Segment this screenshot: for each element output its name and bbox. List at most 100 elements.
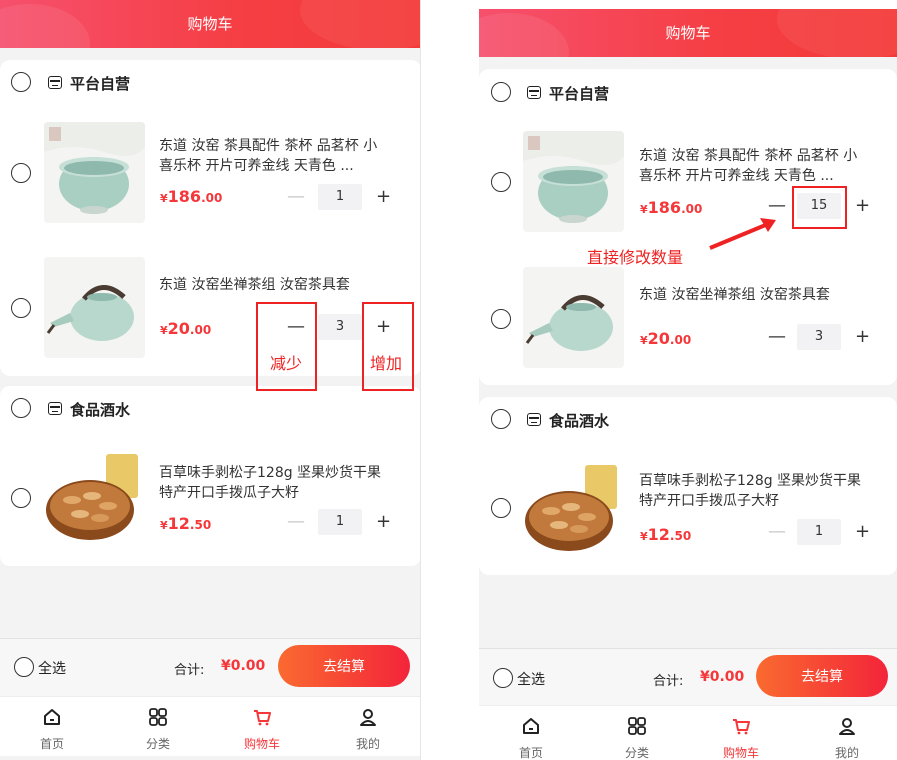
annotation-increase-label: 增加 — [370, 354, 403, 373]
shop-card-food: 食品酒水 百草味手剥松子128g 坚果炒货干果特产开口手拨瓜子大籽 ¥12.50… — [0, 386, 420, 566]
shop-name: 平台自营 — [70, 75, 131, 93]
total-label: 合计: — [653, 674, 684, 689]
shop-select-radio[interactable] — [491, 409, 511, 429]
checkout-bar: 全选 合计: ¥0.00 去结算 — [0, 638, 420, 696]
product-price: ¥12.50 — [160, 514, 212, 533]
shop-icon — [527, 86, 541, 99]
product-title: 百草味手剥松子128g 坚果炒货干果特产开口手拨瓜子大籽 — [159, 465, 382, 501]
decrease-button[interactable]: — — [287, 512, 305, 532]
item-select-radio[interactable] — [491, 498, 511, 518]
tab-home[interactable]: 首页 — [22, 697, 82, 757]
decrease-button[interactable]: — — [287, 187, 305, 207]
product-image-teapot — [523, 267, 624, 368]
shop-name: 食品酒水 — [70, 401, 131, 419]
product-title: 百草味手剥松子128g 坚果炒货干果特产开口手拨瓜子大籽 — [639, 473, 862, 509]
tab-label: 分类 — [145, 737, 170, 751]
item-select-radio[interactable] — [11, 488, 31, 508]
item-select-radio[interactable] — [11, 298, 31, 318]
tab-bar: 首页 分类 购物车 我的 — [479, 705, 897, 760]
quantity-input[interactable]: 1 — [797, 519, 841, 545]
tab-cart[interactable]: 购物车 — [232, 697, 292, 757]
shop-name: 平台自营 — [549, 85, 610, 103]
increase-button[interactable]: + — [855, 327, 870, 347]
home-icon — [523, 718, 539, 734]
product-title: 东道 汝窑 茶具配件 茶杯 品茗杯 小喜乐杯 开片可养金线 天青色 ... — [639, 148, 858, 184]
product-image-pinenuts — [523, 459, 624, 560]
tab-bar: 首页 分类 购物车 我的 — [0, 696, 420, 756]
annotation-increase-box — [362, 302, 414, 391]
checkout-button[interactable]: 去结算 — [278, 645, 410, 687]
product-price: ¥186.00 — [640, 198, 703, 217]
product-price: ¥12.50 — [640, 525, 692, 544]
tab-profile[interactable]: 我的 — [817, 706, 877, 760]
home-icon — [44, 709, 60, 725]
select-all-radio[interactable] — [493, 668, 513, 688]
total-value: ¥0.00 — [221, 658, 266, 674]
product-image-teacup — [44, 122, 145, 223]
tab-cart[interactable]: 购物车 — [711, 706, 771, 760]
item-select-radio[interactable] — [491, 309, 511, 329]
product-price: ¥20.00 — [160, 319, 212, 338]
shop-select-radio[interactable] — [491, 82, 511, 102]
category-icon — [628, 717, 646, 735]
tab-category[interactable]: 分类 — [128, 697, 188, 757]
total-label: 合计: — [174, 663, 205, 678]
tab-label: 我的 — [834, 746, 859, 760]
cart-icon — [254, 710, 271, 726]
tab-category[interactable]: 分类 — [607, 706, 667, 760]
quantity-input[interactable]: 1 — [318, 184, 362, 210]
annotation-arrow-icon — [709, 218, 776, 250]
product-title: 东道 汝窑 茶具配件 茶杯 品茗杯 小喜乐杯 开片可养金线 天青色 ... — [159, 138, 378, 174]
shop-card-platform: 平台自营 东道 汝窑 茶具配件 茶杯 品茗杯 小喜乐杯 开片可养金线 天青色 .… — [0, 60, 420, 376]
tab-home[interactable]: 首页 — [501, 706, 561, 760]
tab-label: 分类 — [624, 746, 649, 760]
select-all-radio[interactable] — [14, 657, 34, 677]
shop-select-radio[interactable] — [11, 72, 31, 92]
select-all-label[interactable]: 全选 — [517, 669, 545, 689]
decrease-button[interactable]: — — [768, 522, 786, 542]
increase-button[interactable]: + — [376, 187, 391, 207]
decrease-button[interactable]: — — [768, 327, 786, 347]
page-title: 购物车 — [665, 24, 711, 42]
tab-label: 我的 — [355, 737, 380, 751]
annotation-decrease-box — [256, 302, 317, 391]
product-image-teapot — [44, 257, 145, 358]
category-icon — [149, 708, 167, 726]
tab-label: 首页 — [518, 746, 543, 760]
shop-icon — [527, 413, 541, 426]
quantity-input[interactable]: 1 — [318, 509, 362, 535]
profile-icon — [360, 709, 376, 726]
product-image-teacup — [523, 131, 624, 232]
shop-card-food: 食品酒水 百草味手剥松子128g 坚果炒货干果特产开口手拨瓜子大籽 ¥12.50… — [479, 397, 897, 575]
increase-button[interactable]: + — [855, 196, 870, 216]
phone-screen-right: 购物车 平台自营 东道 汝窑 茶具配件 茶杯 品茗杯 小喜乐杯 开片可养金线 天… — [479, 9, 897, 760]
product-price: ¥20.00 — [640, 329, 692, 348]
tab-label: 首页 — [39, 737, 64, 751]
checkout-button[interactable]: 去结算 — [756, 655, 888, 697]
shop-name: 食品酒水 — [549, 412, 610, 430]
annotation-decrease-label: 减少 — [270, 354, 303, 373]
item-select-radio[interactable] — [491, 172, 511, 192]
select-all-label[interactable]: 全选 — [38, 658, 66, 678]
phone-screen-left: 购物车 平台自营 东道 汝窑 茶具配件 茶杯 品茗杯 小喜乐杯 开片可养金线 天… — [0, 0, 421, 760]
checkout-bar: 全选 合计: ¥0.00 去结算 — [479, 648, 897, 706]
annotation-quantity-box — [792, 186, 847, 229]
item-select-radio[interactable] — [11, 163, 31, 183]
product-title: 东道 汝窑坐禅茶组 汝窑茶具套 — [159, 277, 350, 293]
shop-select-radio[interactable] — [11, 398, 31, 418]
tab-label: 购物车 — [243, 737, 280, 751]
quantity-input[interactable]: 3 — [318, 314, 362, 340]
cart-icon — [733, 719, 750, 735]
quantity-input[interactable]: 3 — [797, 324, 841, 350]
profile-icon — [839, 718, 855, 735]
annotation-edit-qty-label: 直接修改数量 — [587, 248, 684, 267]
increase-button[interactable]: + — [376, 512, 391, 532]
shop-icon — [48, 76, 62, 89]
shop-icon — [48, 402, 62, 415]
product-image-pinenuts — [44, 448, 145, 549]
increase-button[interactable]: + — [855, 522, 870, 542]
decrease-button[interactable]: — — [768, 196, 786, 216]
header: 购物车 — [479, 9, 897, 57]
tab-profile[interactable]: 我的 — [338, 697, 398, 757]
product-title: 东道 汝窑坐禅茶组 汝窑茶具套 — [639, 287, 830, 303]
